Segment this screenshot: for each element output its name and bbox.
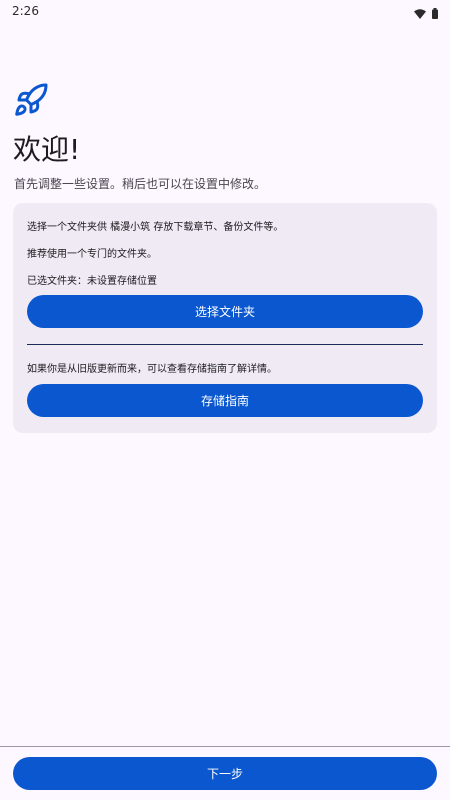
folder-recommendation: 推荐使用一个专门的文件夹。 [27,249,157,260]
selected-folder-status: 已选文件夹：未设置存储位置 [27,276,157,287]
card-divider [27,344,423,345]
page-subtitle: 首先调整一些设置。稍后也可以在设置中修改。 [14,177,267,191]
storage-guide-button[interactable]: 存储指南 [27,384,423,417]
wifi-icon [414,4,426,23]
status-icons [414,4,438,23]
battery-icon [432,4,438,23]
storage-card: 选择一个文件夹供 橘漫小筑 存放下载章节、备份文件等。 推荐使用一个专门的文件夹… [13,203,437,433]
folder-description: 选择一个文件夹供 橘漫小筑 存放下载章节、备份文件等。 [27,222,284,233]
rocket-icon [13,82,49,118]
footer-divider [0,746,450,747]
page-title: 欢迎! [13,133,81,166]
next-button[interactable]: 下一步 [13,757,437,790]
upgrade-note: 如果你是从旧版更新而来，可以查看存储指南了解详情。 [27,364,277,375]
status-bar: 2:26 [0,0,450,24]
status-time: 2:26 [12,4,39,18]
select-folder-button[interactable]: 选择文件夹 [27,295,423,328]
